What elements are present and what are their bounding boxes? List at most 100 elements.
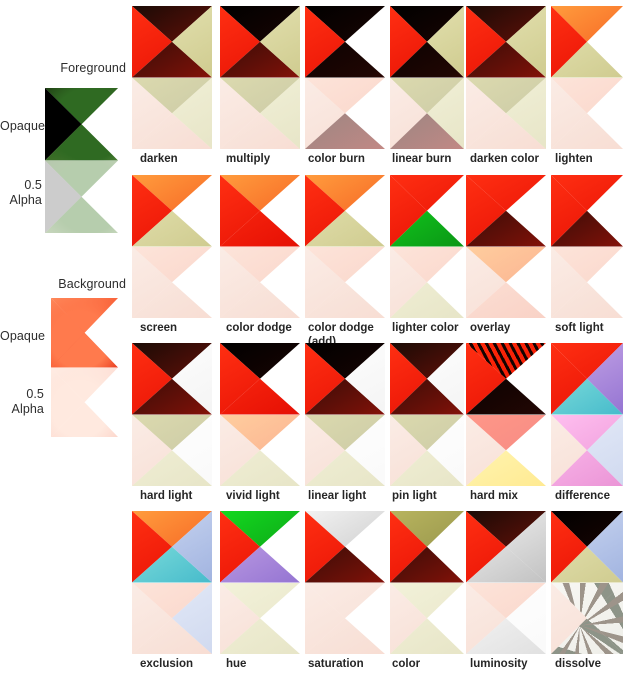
blend-swatch [466,343,546,486]
foreground-opaque-label: Opaque [0,119,46,133]
opaque-half [132,511,212,583]
opaque-half [220,511,300,583]
alpha-half [305,77,385,149]
blend-mode-label: color burn [308,153,365,165]
opaque-half [551,511,623,583]
blend-swatch [132,6,212,149]
alpha-half [551,246,623,318]
alpha-half [132,77,212,149]
blend-swatch [551,175,623,318]
blend-swatch [305,511,385,654]
alpha-half [132,582,212,654]
background-opaque-label: Opaque [0,329,46,343]
blend-swatch [551,343,623,486]
blend-swatch [305,343,385,486]
blend-mode-label: color dodge [226,322,292,334]
blend-swatch [132,511,212,654]
alpha-half [220,77,300,149]
blend-swatch [551,511,623,654]
opaque-half [466,6,546,78]
blend-swatch [390,343,464,486]
alpha-half [551,77,623,149]
blend-swatch [305,175,385,318]
alpha-half [551,582,623,654]
alpha-half [220,582,300,654]
blend-mode-label: luminosity [470,658,528,670]
alpha-half [305,414,385,486]
background-alpha-half [51,367,118,437]
opaque-half [305,511,385,583]
opaque-half [466,175,546,247]
blend-swatch [390,6,464,149]
foreground-opaque-half [45,88,118,161]
blend-mode-label: darken [140,153,178,165]
alpha-half [305,582,385,654]
background-heading: Background [58,277,126,291]
opaque-half [551,6,623,78]
alpha-half [466,77,546,149]
blend-swatch [466,6,546,149]
opaque-half [305,175,385,247]
alpha-half [551,414,623,486]
opaque-half [305,343,385,415]
foreground-heading: Foreground [60,61,126,75]
blend-mode-label: exclusion [140,658,194,670]
opaque-half [466,511,546,583]
blend-mode-label: linear light [308,490,367,502]
blend-mode-label: lighten [555,153,593,165]
foreground-source-swatch [45,88,118,233]
alpha-half [466,414,546,486]
blend-mode-label: hue [226,658,247,670]
alpha-half [390,77,464,149]
blend-mode-label: soft light [555,322,604,334]
background-opaque-half [51,298,118,368]
alpha-half [132,414,212,486]
blend-swatch [551,6,623,149]
opaque-half [220,343,300,415]
blend-swatch [390,175,464,318]
blend-swatch [466,175,546,318]
blend-swatch [220,6,300,149]
opaque-half [132,343,212,415]
alpha-half [305,246,385,318]
opaque-half [390,511,464,583]
opaque-half [220,6,300,78]
alpha-half [220,246,300,318]
opaque-half [305,6,385,78]
blend-mode-chart: Foreground Opaque 0.5 Alpha Background O… [0,0,629,683]
blend-swatch [220,511,300,654]
alpha-half [466,246,546,318]
blend-mode-label: linear burn [392,153,452,165]
opaque-half [220,175,300,247]
opaque-half [390,343,464,415]
blend-mode-label: hard light [140,490,193,502]
blend-swatch [132,343,212,486]
blend-mode-label: lighter color [392,322,459,334]
alpha-half [390,246,464,318]
blend-swatch [132,175,212,318]
alpha-half [132,246,212,318]
opaque-half [466,343,546,415]
blend-mode-label: multiply [226,153,271,165]
foreground-alpha-label: 0.5 Alpha [9,178,42,207]
blend-mode-label: difference [555,490,610,502]
blend-mode-label: darken color [470,153,540,165]
alpha-half [466,582,546,654]
blend-mode-label: dissolve [555,658,602,670]
foreground-alpha-half [45,160,118,233]
opaque-half [551,175,623,247]
blend-mode-label: screen [140,322,178,334]
blend-swatch [305,6,385,149]
opaque-half [132,175,212,247]
background-source-swatch [51,298,118,437]
alpha-half [220,414,300,486]
blend-swatch [390,511,464,654]
blend-mode-label: pin light [392,490,437,502]
alpha-half [390,414,464,486]
opaque-half [390,175,464,247]
blend-mode-label: color [392,658,421,670]
blend-swatch [466,511,546,654]
blend-mode-label: hard mix [470,490,518,502]
blend-swatch [220,343,300,486]
blend-mode-label: saturation [308,658,364,670]
